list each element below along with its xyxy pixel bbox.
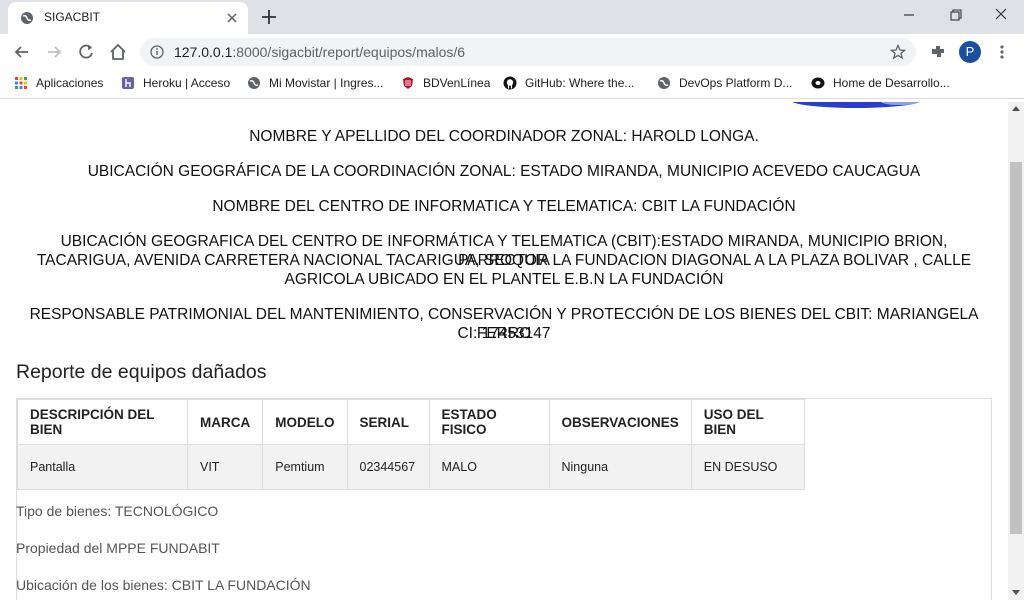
tab-title: SIGACBIT (44, 10, 101, 24)
bookmark-label: Mi Movistar | Ingres... (269, 76, 384, 90)
tab-strip: SIGACBIT (0, 0, 1024, 34)
report-panel: DESCRIPCIÓN DEL BIEN MARCA MODELO SERIAL… (16, 398, 992, 600)
back-icon[interactable] (12, 42, 32, 62)
coordinador-line: NOMBRE Y APELLIDO DEL COORDINADOR ZONAL:… (249, 128, 759, 145)
table-cell: Ninguna (548, 444, 692, 490)
table-cell: Pantalla (17, 444, 188, 490)
bookmarks-bar: Aplicaciones Heroku | Acceso Mi Movistar… (0, 70, 1024, 99)
table-cell: EN DESUSO (690, 444, 805, 490)
new-tab-icon[interactable] (260, 8, 278, 26)
report-page: NOMBRE Y APELLIDO DEL COORDINADOR ZONAL:… (0, 102, 1008, 600)
github-icon (503, 76, 517, 90)
page-scrollbar[interactable] (1008, 102, 1024, 600)
profile-avatar[interactable]: P (959, 41, 981, 63)
url-path: :8000/sigacbit/report/equipos/malos/6 (232, 44, 466, 60)
bookmark-label: BDVenLínea (423, 76, 491, 90)
reload-icon[interactable] (76, 42, 96, 62)
column-header: USO DEL BIEN (690, 399, 805, 445)
column-header: SERIAL (346, 399, 430, 445)
equipment-table: DESCRIPCIÓN DEL BIEN MARCA MODELO SERIAL… (17, 399, 805, 490)
bookmark-github[interactable]: GitHub: Where the... (503, 76, 634, 90)
bookmark-label: Home de Desarrollo... (833, 76, 950, 90)
header-logos (792, 102, 920, 108)
info-icon[interactable] (150, 45, 164, 59)
close-window-icon[interactable] (990, 6, 1012, 24)
report-section-title: Reporte de equipos dañados (16, 361, 267, 383)
toolbar: 127.0.0.1:8000/sigacbit/report/equipos/m… (0, 34, 1024, 70)
table-header-row: DESCRIPCIÓN DEL BIEN MARCA MODELO SERIAL… (17, 399, 805, 445)
bookmark-desarrollo[interactable]: Home de Desarrollo... (811, 76, 950, 90)
minimize-icon[interactable] (898, 6, 920, 24)
extensions-icon[interactable] (929, 43, 947, 61)
bookmark-label: Heroku | Acceso (143, 76, 231, 90)
browser-chrome: SIGACBIT 127.0.0.1:8000/sigacbit/report/… (0, 0, 1024, 102)
table-cell: MALO (428, 444, 550, 490)
bdv-icon (403, 77, 413, 89)
table-cell: VIT (186, 444, 264, 490)
ubicacion-bienes-text: Ubicación de los bienes: CBIT LA FUNDACI… (16, 577, 311, 593)
centro-line: NOMBRE DEL CENTRO DE INFORMATICA Y TELEM… (212, 198, 796, 215)
column-header: ESTADO FISICO (428, 399, 550, 445)
address-bar[interactable]: 127.0.0.1:8000/sigacbit/report/equipos/m… (140, 38, 916, 66)
apps-grid-icon (15, 77, 27, 89)
column-header: OBSERVACIONES (548, 399, 692, 445)
ubicacion-zonal-line: UBICACIÓN GEOGRÁFICA DE LA COORDINACIÓN … (87, 163, 921, 180)
globe-icon (248, 77, 260, 89)
bookmark-heroku[interactable]: Heroku | Acceso (121, 76, 230, 90)
bookmark-devops[interactable]: DevOps Platform D... (657, 76, 792, 90)
more-menu-icon[interactable] (996, 44, 1008, 60)
scroll-down-icon[interactable] (1012, 590, 1020, 595)
bookmark-star-icon[interactable] (890, 44, 906, 60)
dev-icon (811, 77, 825, 89)
bookmark-bdv[interactable]: BDVenLínea (401, 76, 490, 90)
home-icon[interactable] (108, 42, 128, 62)
bookmark-label: Aplicaciones (36, 76, 104, 90)
globe-icon (21, 12, 33, 24)
heroku-icon (122, 77, 134, 89)
bookmark-label: DevOps Platform D... (679, 76, 793, 90)
globe-icon (658, 77, 670, 89)
ubicacion-centro-line-3: AGRICOLA UBICADO EN EL PLANTEL E.B.N LA … (284, 271, 724, 288)
bookmark-apps[interactable]: Aplicaciones (14, 76, 103, 90)
url-text: 127.0.0.1:8000/sigacbit/report/equipos/m… (174, 44, 465, 60)
browser-tab[interactable]: SIGACBIT (8, 2, 248, 34)
close-tab-icon[interactable] (224, 10, 240, 26)
tipo-bienes-text: Tipo de bienes: TECNOLÓGICO (16, 503, 219, 519)
bookmark-movistar[interactable]: Mi Movistar | Ingres... (247, 76, 383, 90)
table-cell: 02344567 (346, 444, 430, 490)
propiedad-text: Propiedad del MPPE FUNDABIT (16, 540, 220, 556)
ubicacion-centro-line-2: TACARIGUA, AVENIDA CARRETERA NACIONAL TA… (36, 252, 972, 269)
forward-icon[interactable] (44, 42, 64, 62)
table-row: Pantalla VIT Pemtium 02344567 MALO Ningu… (17, 444, 805, 490)
column-header: MARCA (186, 399, 264, 445)
column-header: DESCRIPCIÓN DEL BIEN (17, 399, 188, 445)
scrollbar-thumb[interactable] (1010, 162, 1022, 534)
scroll-up-icon[interactable] (1012, 106, 1020, 111)
bookmark-label: GitHub: Where the... (525, 76, 635, 90)
responsable-line-2: CI: 17453147 (457, 325, 551, 342)
restore-icon[interactable] (944, 6, 966, 24)
url-host: 127.0.0.1 (174, 44, 233, 60)
column-header: MODELO (262, 399, 348, 445)
table-cell: Pemtium (262, 444, 348, 490)
